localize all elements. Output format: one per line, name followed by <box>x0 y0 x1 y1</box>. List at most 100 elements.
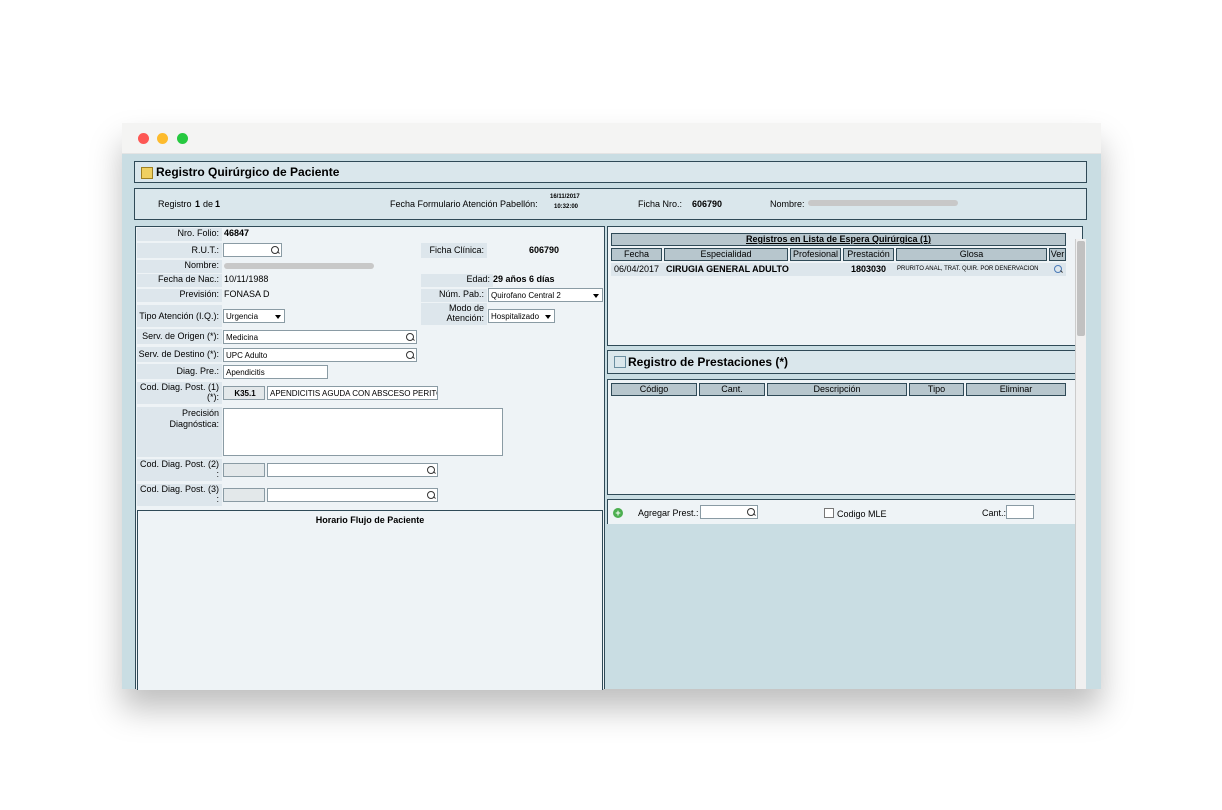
folio-label: Nro. Folio: <box>137 228 222 241</box>
ver-search-icon[interactable] <box>1054 265 1062 273</box>
ficha-nro-value: 606790 <box>692 199 723 209</box>
chevron-down-icon <box>275 315 281 319</box>
prestaciones-title: Registro de Prestaciones (*) <box>628 355 789 369</box>
redacted-name <box>808 200 958 206</box>
cant-label: Cant.: <box>982 508 1007 518</box>
cod-diag1-label-line-1: Cod. Diag. Post. (1) <box>139 382 219 392</box>
cod-diag1-label: Cod. Diag. Post. (1) (*): <box>137 382 222 404</box>
fecha-nac-value: 10/11/1988 <box>224 274 269 284</box>
cod-diag3-search-icon[interactable] <box>427 491 435 499</box>
prestaciones-header: Registro de Prestaciones (*) <box>607 350 1083 374</box>
fecha-formulario-label: Fecha Formulario Atención Pabellón: <box>390 199 538 209</box>
scrollbar-thumb[interactable] <box>1077 241 1085 336</box>
row-prestacion: 1803030 <box>851 264 887 274</box>
rut-search-icon[interactable] <box>271 246 279 254</box>
prestaciones-table-panel: Código Cant. Descripción Tipo Eliminar <box>607 379 1083 495</box>
rut-input[interactable] <box>223 243 282 257</box>
agregar-prest-input[interactable] <box>700 505 758 519</box>
num-pab-select[interactable]: Quirofano Central 2 <box>488 288 603 302</box>
agregar-search-icon[interactable] <box>747 508 755 516</box>
col-eliminar: Eliminar <box>966 383 1066 396</box>
prevision-label: Previsión: <box>137 289 222 302</box>
registro-label: Registro <box>158 199 192 209</box>
ficha-clinica-label: Ficha Clínica: <box>421 243 487 258</box>
col-tipo: Tipo <box>909 383 964 396</box>
registro-num: 1 <box>195 199 201 209</box>
cod-diag3-label-line-1: Cod. Diag. Post. (3) <box>139 484 219 494</box>
col-profesional: Profesional <box>790 248 841 261</box>
row-especialidad: CIRUGIA GENERAL ADULTO <box>666 264 789 274</box>
cod-diag1-code: K35.1 <box>223 386 265 400</box>
folio-value: 46847 <box>224 228 250 238</box>
col-especialidad: Especialidad <box>664 248 788 261</box>
codigo-mle-checkbox[interactable] <box>824 508 834 518</box>
col-cant: Cant. <box>699 383 765 396</box>
registro-total: 1 <box>215 199 221 209</box>
cod-diag1-input[interactable]: APENDICITIS AGUDA CON ABSCESO PERITON <box>267 386 438 400</box>
record-info-bar: Registro 1 de 1 Fecha Formulario Atenció… <box>134 188 1087 220</box>
horario-flujo-section: Horario Flujo de Paciente <box>137 510 603 690</box>
col-descripcion: Descripción <box>767 383 907 396</box>
page-header: Registro Quirúrgico de Paciente <box>134 161 1087 183</box>
serv-destino-search-icon[interactable] <box>406 351 414 359</box>
col-fecha: Fecha <box>611 248 662 261</box>
col-codigo: Código <box>611 383 697 396</box>
chevron-down-icon <box>593 294 599 298</box>
col-glosa: Glosa <box>896 248 1047 261</box>
cod-diag2-search-icon[interactable] <box>427 466 435 474</box>
horario-flujo-title: Horario Flujo de Paciente <box>315 515 425 525</box>
serv-destino-label: Serv. de Destino (*): <box>137 347 222 362</box>
fecha-nac-label: Fecha de Nac.: <box>137 274 222 287</box>
row-fecha: 06/04/2017 <box>614 264 660 274</box>
scrollbar[interactable] <box>1075 239 1086 689</box>
tipo-atencion-label: Tipo Atención (I.Q.): <box>137 305 222 327</box>
serv-origen-input[interactable]: Medicina <box>223 330 417 344</box>
chevron-down-icon <box>545 315 551 319</box>
serv-origen-search-icon[interactable] <box>406 333 414 341</box>
serv-origen-value: Medicina <box>226 333 259 342</box>
maximize-window-button[interactable] <box>177 133 188 144</box>
cod-diag2-input[interactable] <box>267 463 438 477</box>
nombre-label: Nombre: <box>770 199 805 209</box>
tipo-atencion-select[interactable]: Urgencia <box>223 309 285 323</box>
cod-diag2-label-line-1: Cod. Diag. Post. (2) <box>139 459 219 469</box>
fecha-formulario-date: 16/11/2017 <box>550 194 580 200</box>
serv-destino-input[interactable]: UPC Adulto <box>223 348 417 362</box>
modo-label-line-2: Atención: <box>446 313 484 323</box>
precision-textarea[interactable] <box>223 408 503 456</box>
tipo-atencion-value: Urgencia <box>226 312 259 321</box>
cod-diag3-input[interactable] <box>267 488 438 502</box>
cod-diag1-desc: APENDICITIS AGUDA CON ABSCESO PERITON <box>270 389 438 398</box>
modo-atencion-select[interactable]: Hospitalizado <box>488 309 555 323</box>
cod-diag2-label: Cod. Diag. Post. (2) : <box>137 459 222 481</box>
page-content: Registro Quirúrgico de Paciente Registro… <box>122 154 1101 690</box>
serv-origen-label: Serv. de Origen (*): <box>137 329 222 344</box>
close-window-button[interactable] <box>138 133 149 144</box>
redacted-patient-name <box>224 263 374 269</box>
cod-diag1-label-line-2: (*): <box>207 392 219 402</box>
diag-pre-input[interactable]: Apendicitis <box>223 365 328 379</box>
cod-diag2-code <box>223 463 265 477</box>
agregar-prestacion-bar: + Agregar Prest.: Codigo MLE Cant.: <box>607 499 1083 524</box>
form-icon <box>141 167 153 179</box>
minimize-window-button[interactable] <box>157 133 168 144</box>
precision-label: Precisión Diagnóstica: <box>137 407 222 457</box>
cod-diag3-label: Cod. Diag. Post. (3) : <box>137 484 222 506</box>
edad-value: 29 años 6 días <box>493 274 555 284</box>
agregar-prest-label: Agregar Prest.: <box>638 508 699 518</box>
precision-label-line-1: Precisión <box>181 408 219 418</box>
page-title: Registro Quirúrgico de Paciente <box>156 165 340 179</box>
browser-window: Registro Quirúrgico de Paciente Registro… <box>122 123 1101 690</box>
num-pab-value: Quirofano Central 2 <box>491 291 561 300</box>
cant-input[interactable] <box>1006 505 1034 519</box>
diag-pre-label: Diag. Pre.: <box>137 364 222 379</box>
modo-atencion-label: Modo de Atención: <box>421 303 487 325</box>
nombre-field-label: Nombre: <box>137 260 222 273</box>
precision-label-line-2: Diagnóstica: <box>169 419 219 429</box>
patient-form-panel: Nro. Folio: 46847 R.U.T.: Ficha Clínica:… <box>135 226 605 690</box>
cod-diag3-code <box>223 488 265 502</box>
cod-diag3-label-line-2: : <box>216 494 219 504</box>
prevision-value: FONASA D <box>224 289 270 299</box>
num-pab-label: Núm. Pab.: <box>421 289 487 302</box>
add-icon[interactable]: + <box>613 508 623 518</box>
